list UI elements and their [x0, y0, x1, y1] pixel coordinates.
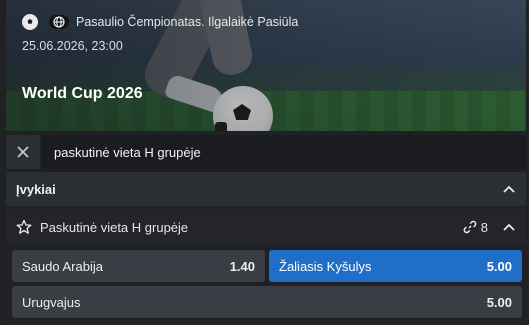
- outcome-name: Urugvajus: [22, 294, 81, 310]
- outcome-odd: 5.00: [486, 258, 512, 274]
- chevron-up-icon[interactable]: [502, 184, 516, 194]
- breadcrumb-label[interactable]: Pasaulio Čempionatas. Ilgalaikė Pasiūla: [76, 15, 298, 29]
- event-hero-banner: Pasaulio Čempionatas. Ilgalaikė Pasiūla …: [6, 0, 526, 131]
- outcome-button-selected[interactable]: Žaliasis Kyšulys 5.00: [269, 250, 522, 282]
- close-search-button[interactable]: [6, 135, 40, 169]
- outcome-button[interactable]: Urugvajus 5.00: [12, 286, 522, 318]
- events-section-header[interactable]: Įvykiai: [6, 172, 526, 206]
- links-count: 8: [480, 219, 488, 235]
- search-input[interactable]: paskutinė vieta H grupėje: [42, 135, 526, 169]
- outcome-odd: 5.00: [486, 294, 512, 310]
- outcome-name: Žaliasis Kyšulys: [279, 258, 372, 274]
- outcome-button[interactable]: Saudo Arabija 1.40: [12, 250, 265, 282]
- link-icon: [463, 220, 477, 234]
- globe-icon: [48, 14, 70, 30]
- breadcrumb: Pasaulio Čempionatas. Ilgalaikė Pasiūla: [22, 14, 298, 30]
- soccer-ball-icon: [22, 14, 38, 30]
- event-title: World Cup 2026: [22, 85, 143, 102]
- outcome-name: Saudo Arabija: [22, 258, 103, 274]
- event-datetime: 25.06.2026, 23:00: [22, 39, 123, 53]
- market-title: Paskutinė vieta H grupėje: [40, 219, 189, 235]
- chevron-up-icon[interactable]: [502, 222, 516, 232]
- close-icon: [17, 146, 29, 158]
- market-header[interactable]: Paskutinė vieta H grupėje 8: [6, 209, 526, 245]
- star-icon[interactable]: [16, 219, 32, 235]
- events-section-title: Įvykiai: [16, 181, 56, 197]
- market-links[interactable]: 8: [463, 220, 488, 235]
- market-search: paskutinė vieta H grupėje: [6, 135, 526, 169]
- outcome-odd: 1.40: [229, 258, 255, 274]
